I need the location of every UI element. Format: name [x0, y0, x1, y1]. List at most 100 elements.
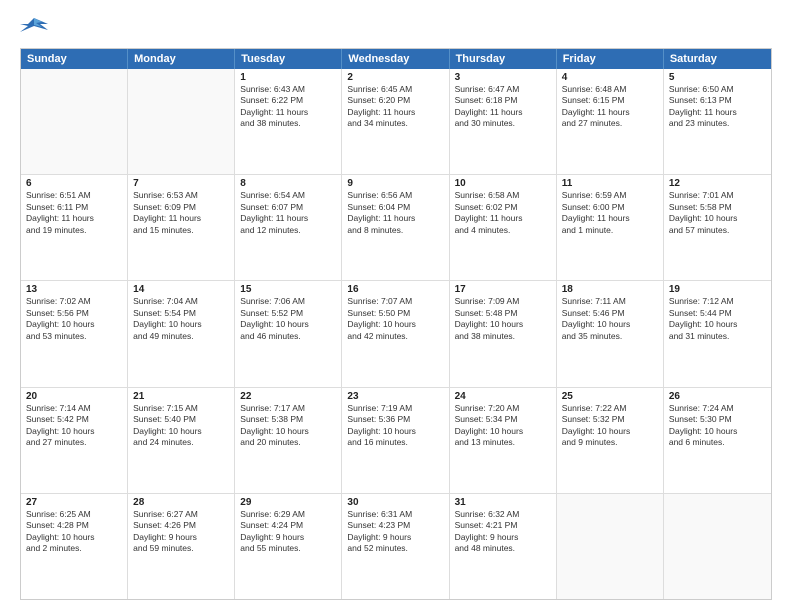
day-number: 27: [26, 497, 122, 508]
day-number: 29: [240, 497, 336, 508]
calendar-cell: [557, 494, 664, 599]
cell-line: Sunrise: 6:29 AM: [240, 509, 336, 520]
day-number: 13: [26, 284, 122, 295]
logo: [20, 16, 51, 38]
cell-line: Sunrise: 7:15 AM: [133, 403, 229, 414]
day-number: 20: [26, 391, 122, 402]
cell-line: Sunrise: 7:12 AM: [669, 296, 766, 307]
cell-line: and 38 minutes.: [455, 331, 551, 342]
cell-line: Daylight: 11 hours: [133, 213, 229, 224]
cell-line: Sunset: 6:11 PM: [26, 202, 122, 213]
calendar-cell: 24Sunrise: 7:20 AMSunset: 5:34 PMDayligh…: [450, 388, 557, 493]
calendar-cell: [128, 69, 235, 174]
calendar-cell: [21, 69, 128, 174]
cell-line: and 46 minutes.: [240, 331, 336, 342]
cell-line: Sunset: 5:40 PM: [133, 414, 229, 425]
day-number: 12: [669, 178, 766, 189]
cell-line: Daylight: 9 hours: [455, 532, 551, 543]
cell-line: Sunset: 6:07 PM: [240, 202, 336, 213]
cell-line: Daylight: 10 hours: [240, 319, 336, 330]
cell-line: Sunset: 4:23 PM: [347, 520, 443, 531]
cell-line: and 38 minutes.: [240, 118, 336, 129]
cell-line: Sunset: 5:32 PM: [562, 414, 658, 425]
cell-line: Daylight: 10 hours: [455, 319, 551, 330]
cell-line: and 52 minutes.: [347, 543, 443, 554]
cell-line: and 48 minutes.: [455, 543, 551, 554]
day-number: 19: [669, 284, 766, 295]
calendar-header-row: SundayMondayTuesdayWednesdayThursdayFrid…: [21, 49, 771, 69]
calendar-cell: 4Sunrise: 6:48 AMSunset: 6:15 PMDaylight…: [557, 69, 664, 174]
cell-line: Sunrise: 6:51 AM: [26, 190, 122, 201]
calendar-cell: 30Sunrise: 6:31 AMSunset: 4:23 PMDayligh…: [342, 494, 449, 599]
calendar-cell: 20Sunrise: 7:14 AMSunset: 5:42 PMDayligh…: [21, 388, 128, 493]
cell-line: Sunrise: 6:47 AM: [455, 84, 551, 95]
cell-line: Sunset: 5:58 PM: [669, 202, 766, 213]
cell-line: and 55 minutes.: [240, 543, 336, 554]
day-number: 23: [347, 391, 443, 402]
cell-line: Sunrise: 6:32 AM: [455, 509, 551, 520]
cell-line: Daylight: 10 hours: [669, 426, 766, 437]
day-number: 8: [240, 178, 336, 189]
cell-line: and 49 minutes.: [133, 331, 229, 342]
cell-line: Sunrise: 7:02 AM: [26, 296, 122, 307]
cell-line: Sunset: 6:02 PM: [455, 202, 551, 213]
cell-line: Sunset: 5:56 PM: [26, 308, 122, 319]
cell-line: Sunrise: 6:53 AM: [133, 190, 229, 201]
cell-line: Daylight: 11 hours: [240, 213, 336, 224]
cell-line: Sunset: 5:34 PM: [455, 414, 551, 425]
cell-line: Sunrise: 6:50 AM: [669, 84, 766, 95]
cell-line: Sunset: 5:30 PM: [669, 414, 766, 425]
cell-line: Sunrise: 6:54 AM: [240, 190, 336, 201]
cell-line: Sunset: 5:54 PM: [133, 308, 229, 319]
cell-line: Daylight: 9 hours: [347, 532, 443, 543]
cell-line: Daylight: 10 hours: [347, 426, 443, 437]
cell-line: and 27 minutes.: [562, 118, 658, 129]
cell-line: Sunset: 5:36 PM: [347, 414, 443, 425]
day-number: 7: [133, 178, 229, 189]
cell-line: and 23 minutes.: [669, 118, 766, 129]
cell-line: and 27 minutes.: [26, 437, 122, 448]
day-number: 5: [669, 72, 766, 83]
cell-line: Sunset: 6:22 PM: [240, 95, 336, 106]
cell-line: Daylight: 10 hours: [562, 319, 658, 330]
calendar-cell: 7Sunrise: 6:53 AMSunset: 6:09 PMDaylight…: [128, 175, 235, 280]
cell-line: Sunrise: 7:19 AM: [347, 403, 443, 414]
calendar-cell: 11Sunrise: 6:59 AMSunset: 6:00 PMDayligh…: [557, 175, 664, 280]
calendar-cell: 17Sunrise: 7:09 AMSunset: 5:48 PMDayligh…: [450, 281, 557, 386]
cell-line: Sunrise: 7:04 AM: [133, 296, 229, 307]
cell-line: Daylight: 11 hours: [240, 107, 336, 118]
cell-line: Sunrise: 7:06 AM: [240, 296, 336, 307]
day-number: 24: [455, 391, 551, 402]
day-number: 26: [669, 391, 766, 402]
calendar: SundayMondayTuesdayWednesdayThursdayFrid…: [20, 48, 772, 600]
cell-line: and 59 minutes.: [133, 543, 229, 554]
cell-line: and 42 minutes.: [347, 331, 443, 342]
calendar-cell: 9Sunrise: 6:56 AMSunset: 6:04 PMDaylight…: [342, 175, 449, 280]
calendar-cell: 15Sunrise: 7:06 AMSunset: 5:52 PMDayligh…: [235, 281, 342, 386]
cell-line: Daylight: 10 hours: [347, 319, 443, 330]
cell-line: and 20 minutes.: [240, 437, 336, 448]
cell-line: and 13 minutes.: [455, 437, 551, 448]
cell-line: Sunset: 6:00 PM: [562, 202, 658, 213]
day-number: 16: [347, 284, 443, 295]
cell-line: Daylight: 11 hours: [669, 107, 766, 118]
calendar-header-cell: Sunday: [21, 49, 128, 69]
day-number: 1: [240, 72, 336, 83]
cell-line: and 35 minutes.: [562, 331, 658, 342]
cell-line: Daylight: 10 hours: [240, 426, 336, 437]
cell-line: Sunrise: 7:17 AM: [240, 403, 336, 414]
calendar-cell: 18Sunrise: 7:11 AMSunset: 5:46 PMDayligh…: [557, 281, 664, 386]
cell-line: Sunrise: 7:01 AM: [669, 190, 766, 201]
calendar-cell: 21Sunrise: 7:15 AMSunset: 5:40 PMDayligh…: [128, 388, 235, 493]
cell-line: and 34 minutes.: [347, 118, 443, 129]
cell-line: and 9 minutes.: [562, 437, 658, 448]
calendar-header-cell: Saturday: [664, 49, 771, 69]
cell-line: Sunset: 4:26 PM: [133, 520, 229, 531]
calendar-week-row: 20Sunrise: 7:14 AMSunset: 5:42 PMDayligh…: [21, 388, 771, 494]
calendar-header-cell: Friday: [557, 49, 664, 69]
cell-line: Daylight: 10 hours: [133, 319, 229, 330]
cell-line: Sunset: 5:48 PM: [455, 308, 551, 319]
calendar-body: 1Sunrise: 6:43 AMSunset: 6:22 PMDaylight…: [21, 69, 771, 599]
cell-line: and 24 minutes.: [133, 437, 229, 448]
cell-line: Sunset: 4:24 PM: [240, 520, 336, 531]
